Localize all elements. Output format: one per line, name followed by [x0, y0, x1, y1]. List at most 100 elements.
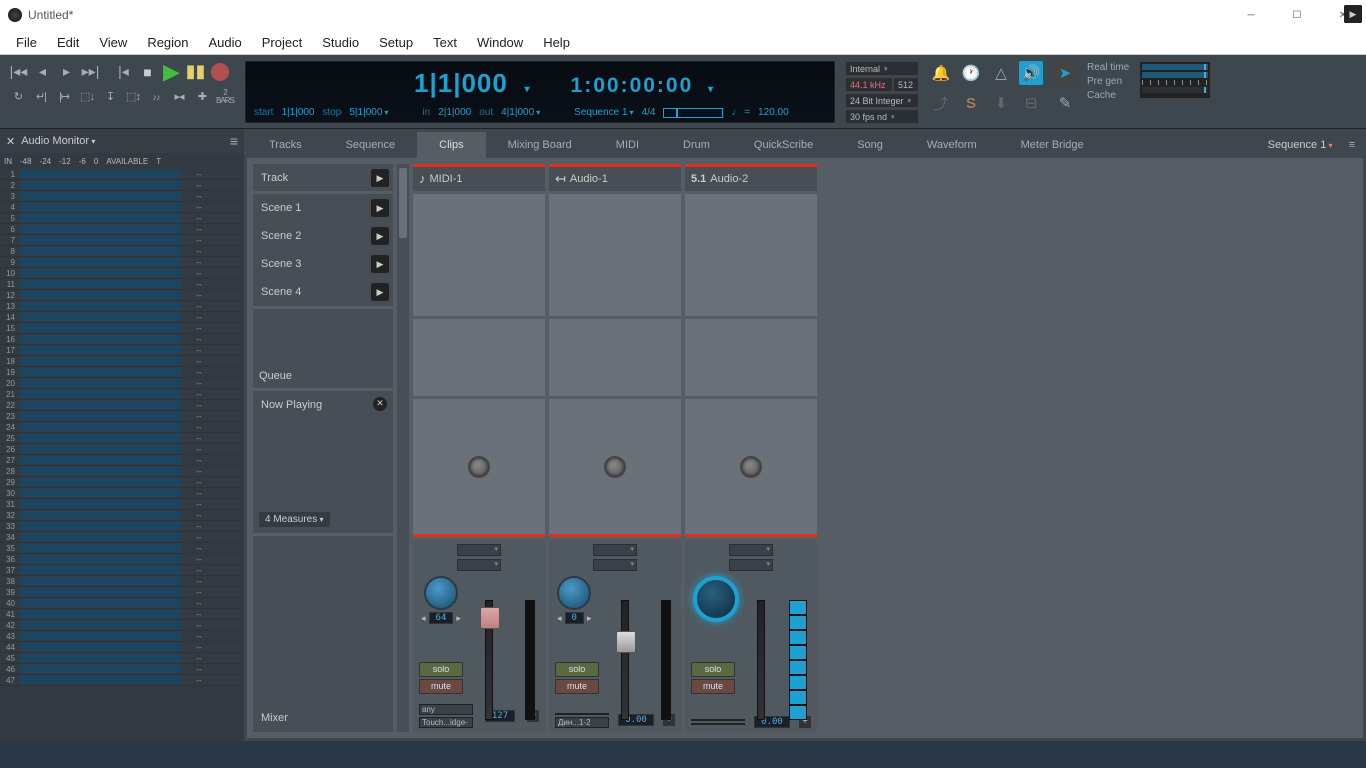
overdub-button[interactable]: ⬚↓ — [77, 86, 97, 107]
tab-sequence[interactable]: Sequence — [324, 132, 418, 158]
punch-button[interactable]: ↧ — [100, 86, 120, 107]
tab-mixing-board[interactable]: Mixing Board — [486, 132, 594, 158]
pan-knob[interactable] — [557, 576, 591, 610]
menu-project[interactable]: Project — [252, 35, 312, 50]
np-knob[interactable] — [468, 456, 490, 478]
solo-button[interactable]: solo — [419, 662, 463, 677]
menu-setup[interactable]: Setup — [369, 35, 423, 50]
hamburger-icon[interactable]: ≡ — [1341, 132, 1363, 158]
clip-slots[interactable] — [413, 194, 545, 316]
surround-knob[interactable] — [693, 576, 739, 622]
np-knob[interactable] — [604, 456, 626, 478]
now-playing-slot[interactable] — [413, 399, 545, 538]
tab-drum[interactable]: Drum — [661, 132, 732, 158]
countoff-button[interactable]: ♪♪ — [146, 86, 166, 107]
track-header[interactable]: ↤Audio-1▶ — [549, 164, 681, 191]
out-a-select[interactable] — [691, 719, 745, 721]
input-select[interactable] — [593, 544, 637, 556]
speaker-icon[interactable]: 🔊 — [1019, 61, 1043, 85]
solo-button[interactable]: ✚ — [192, 86, 212, 107]
tab-meter-bridge[interactable]: Meter Bridge — [999, 132, 1106, 158]
click-button[interactable]: ▸◂ — [169, 86, 189, 107]
menu-edit[interactable]: Edit — [47, 35, 89, 50]
menu-window[interactable]: Window — [467, 35, 533, 50]
sequence-dropdown[interactable]: Sequence 1 — [574, 107, 633, 118]
menu-help[interactable]: Help — [533, 35, 580, 50]
tab-song[interactable]: Song — [835, 132, 905, 158]
scene-row[interactable]: Scene 4▶ — [253, 278, 393, 306]
measures-dropdown[interactable]: 4 Measures — [259, 512, 330, 527]
output-select[interactable] — [729, 559, 773, 571]
cycle-button[interactable]: ↻ — [8, 86, 28, 107]
scene-scrollbar[interactable] — [397, 164, 409, 732]
scene-row[interactable]: Scene 1▶ — [253, 194, 393, 222]
clip-slots[interactable] — [685, 194, 817, 316]
tool-down-icon[interactable]: ⬇ — [989, 91, 1013, 115]
start-value[interactable]: 1|1|000 — [281, 107, 314, 118]
auto-stop-button[interactable]: |↦ — [54, 86, 74, 107]
out-b-select[interactable]: Дин...1-2 — [555, 717, 609, 728]
tab-tracks[interactable]: Tracks — [247, 132, 324, 158]
play-all-button[interactable]: ▶ — [371, 169, 389, 187]
tool-up-icon[interactable]: ⤴ — [929, 91, 953, 115]
buffer-size[interactable]: 512 — [893, 77, 919, 92]
slider-icon[interactable]: ⊟ — [1019, 91, 1043, 115]
bars-button[interactable]: 2BARS — [215, 86, 235, 107]
forward-to-end-button[interactable]: ▸▸| — [80, 61, 101, 82]
stop-value[interactable]: 5|1|000 — [349, 107, 388, 118]
frame-rate-dropdown[interactable]: 30 fps nd — [845, 109, 919, 124]
s-tool-icon[interactable]: S — [959, 91, 983, 115]
scene-play-button[interactable]: ▶ — [371, 199, 389, 217]
scene-row[interactable]: Scene 3▶ — [253, 250, 393, 278]
counter-secondary[interactable]: 1:00:00:00 ▾ — [571, 73, 715, 98]
tempo-value[interactable]: 120.00 — [758, 107, 789, 118]
queue-slot[interactable] — [413, 319, 545, 395]
window-maximize[interactable]: ☐ — [1274, 0, 1320, 30]
pointer-tool[interactable]: ➤ — [1053, 61, 1077, 85]
menu-studio[interactable]: Studio — [312, 35, 369, 50]
menu-file[interactable]: File — [6, 35, 47, 50]
queue-slot[interactable] — [685, 319, 817, 395]
hamburger-icon[interactable]: ≡ — [230, 133, 238, 149]
rewind-to-start-button[interactable]: |◂◂ — [8, 61, 29, 82]
volume-fader[interactable] — [757, 600, 765, 720]
clock-source-dropdown[interactable]: Internal — [845, 61, 919, 76]
marker-ruler[interactable] — [663, 108, 723, 118]
tab-waveform[interactable]: Waveform — [905, 132, 999, 158]
play-button[interactable]: ▶ — [161, 61, 182, 82]
scene-play-button[interactable]: ▶ — [371, 283, 389, 301]
volume-fader[interactable] — [485, 600, 493, 720]
menu-view[interactable]: View — [89, 35, 137, 50]
now-playing-slot[interactable] — [549, 399, 681, 538]
tab-quickscribe[interactable]: QuickScribe — [732, 132, 835, 158]
tab-midi[interactable]: MIDI — [594, 132, 661, 158]
now-playing-close[interactable]: ✕ — [373, 397, 387, 411]
out-a-select[interactable]: any — [419, 704, 473, 715]
bell-icon[interactable]: 🔔 — [929, 61, 953, 85]
input-select[interactable] — [729, 544, 773, 556]
tab-clips[interactable]: Clips — [417, 132, 485, 158]
sample-rate[interactable]: 44.1 kHz — [845, 77, 893, 92]
scene-play-button[interactable]: ▶ — [371, 255, 389, 273]
menu-region[interactable]: Region — [137, 35, 198, 50]
pause-button[interactable]: ▮▮ — [185, 61, 206, 82]
sequence-dropdown[interactable]: Sequence 1 — [1260, 139, 1341, 151]
output-select[interactable] — [593, 559, 637, 571]
out-b-select[interactable]: Touch...idge- — [419, 717, 473, 728]
input-select[interactable] — [457, 544, 501, 556]
close-icon[interactable]: ✕ — [6, 135, 15, 148]
volume-fader[interactable] — [621, 600, 629, 720]
track-header[interactable]: 5.1 Audio-2▶ — [685, 164, 817, 191]
solo-button[interactable]: solo — [691, 662, 735, 677]
clip-slots[interactable] — [549, 194, 681, 316]
np-knob[interactable] — [740, 456, 762, 478]
rewind-button[interactable]: ◂ — [32, 61, 53, 82]
auto-rewind-button[interactable]: ↵| — [31, 86, 51, 107]
clock-icon[interactable]: 🕐 — [959, 61, 983, 85]
scene-play-button[interactable]: ▶ — [371, 227, 389, 245]
bit-depth-dropdown[interactable]: 24 Bit Integer — [845, 93, 919, 108]
out-a-select[interactable] — [555, 713, 609, 715]
out-b-select[interactable] — [691, 723, 745, 725]
queue-slot[interactable] — [549, 319, 681, 395]
mute-button[interactable]: mute — [691, 679, 735, 694]
